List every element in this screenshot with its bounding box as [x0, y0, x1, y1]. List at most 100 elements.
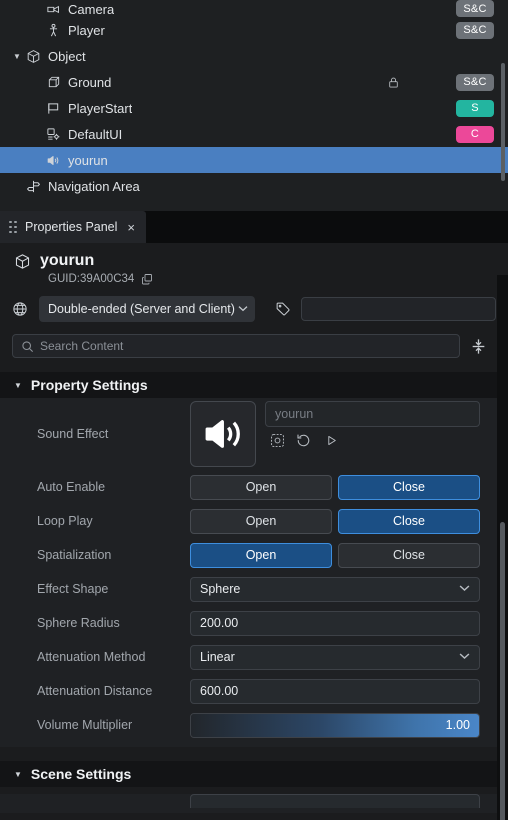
close-icon[interactable]: ×	[127, 221, 135, 234]
sound-asset-field[interactable]: yourun	[265, 401, 480, 427]
tree-item-defaultui[interactable]: DefaultUI C	[0, 121, 508, 147]
sound-action-buttons	[265, 433, 480, 448]
tree-item-object[interactable]: ▼ Object	[0, 43, 508, 69]
lock-icon[interactable]	[387, 76, 400, 89]
tree-item-yourun[interactable]: yourun	[0, 147, 508, 173]
locate-icon[interactable]	[270, 433, 284, 448]
effect-shape-select[interactable]: Sphere	[190, 576, 480, 602]
properties-panel: Properties Panel × yourun GUID:39A00C34	[0, 211, 508, 820]
tree-item-label: Player	[68, 22, 105, 38]
tree-item-label: Navigation Area	[48, 178, 140, 194]
property-control: 1.00	[190, 712, 497, 738]
toggle-group-spatialization: Open Close	[190, 542, 480, 568]
tree-item-right-slot: S&C	[456, 17, 508, 43]
tree-item-playerstart[interactable]: PlayerStart S	[0, 95, 508, 121]
search-icon	[21, 340, 34, 353]
property-label: Auto Enable	[37, 480, 106, 494]
sphere-radius-input[interactable]: 200.00	[190, 610, 480, 636]
section-title: Property Settings	[30, 377, 148, 393]
chevron-down-icon	[459, 652, 470, 663]
volume-multiplier-slider[interactable]: 1.00	[190, 712, 480, 738]
attenuation-distance-input[interactable]: 600.00	[190, 678, 480, 704]
cube-icon	[24, 48, 43, 64]
tree-item-label: Object	[48, 48, 86, 64]
hierarchy-scrollbar[interactable]	[501, 63, 505, 181]
box-icon	[44, 74, 63, 90]
tab-properties-panel[interactable]: Properties Panel ×	[0, 211, 147, 243]
properties-scrollbar[interactable]	[500, 522, 505, 820]
network-mode-row: Double-ended (Server and Client)	[12, 296, 508, 322]
property-row-spatialization: Spatialization Open Close	[0, 538, 497, 572]
property-control: Open Close	[190, 508, 497, 534]
tab-label: Properties Panel	[25, 220, 118, 234]
ui-widget-icon	[44, 126, 63, 142]
scene-settings-partial-field[interactable]	[190, 794, 480, 808]
speaker-icon	[44, 152, 63, 168]
auto-enable-open-button[interactable]: Open	[190, 474, 332, 500]
chevron-down-icon[interactable]: ▼	[10, 52, 24, 61]
object-header: yourun GUID:39A00C34	[0, 243, 508, 285]
drag-handle-icon[interactable]	[9, 220, 17, 234]
property-label: Attenuation Method	[37, 650, 146, 664]
property-label: Sound Effect	[37, 427, 109, 441]
tree-item-right-slot: S&C	[387, 69, 508, 95]
cube-icon	[14, 253, 31, 270]
play-icon[interactable]	[325, 434, 338, 447]
property-row-volume-multiplier: Volume Multiplier 1.00	[0, 708, 497, 742]
tree-item-right-slot: S&C	[456, 0, 508, 17]
sound-asset-name: yourun	[275, 407, 314, 421]
search-input[interactable]: Search Content	[12, 334, 460, 358]
network-mode-select[interactable]: Double-ended (Server and Client)	[39, 296, 255, 322]
auto-enable-close-button[interactable]: Close	[338, 474, 480, 500]
properties-panel-body: yourun GUID:39A00C34 Double-ended (Serve…	[0, 243, 508, 820]
app-root: Camera S&C Player S&C ▼ Object Ground S&C Player…	[0, 0, 508, 820]
property-control: Open Close	[190, 474, 497, 500]
tree-item-player[interactable]: Player S&C	[0, 17, 508, 43]
loop-play-close-button[interactable]: Close	[338, 508, 480, 534]
loop-play-open-button[interactable]: Open	[190, 508, 332, 534]
status-badge[interactable]: C	[456, 125, 494, 143]
tree-item-camera[interactable]: Camera S&C	[0, 0, 508, 17]
section-twisty-icon[interactable]: ▼	[14, 770, 22, 779]
status-badge[interactable]: S&C	[456, 73, 494, 91]
object-title-row: yourun	[14, 252, 508, 270]
tag-input[interactable]	[300, 297, 496, 321]
attenuation-method-select[interactable]: Linear	[190, 644, 480, 670]
property-label: Spatialization	[37, 548, 112, 562]
property-control: 200.00	[190, 610, 497, 636]
section-header-scene-settings[interactable]: ▼ Scene Settings	[0, 761, 497, 787]
sound-effect-control: yourun	[190, 401, 497, 467]
tree-item-label: PlayerStart	[68, 100, 133, 116]
collapse-all-icon[interactable]	[460, 338, 496, 355]
status-badge[interactable]: S&C	[456, 0, 494, 17]
tree-item-navigation-area[interactable]: Navigation Area	[0, 173, 508, 199]
player-icon	[44, 22, 63, 38]
sound-thumbnail[interactable]	[190, 401, 256, 467]
spatialization-close-button[interactable]: Close	[338, 542, 480, 568]
toggle-group-auto-enable: Open Close	[190, 474, 480, 500]
input-value: 600.00	[200, 684, 239, 698]
spatialization-open-button[interactable]: Open	[190, 542, 332, 568]
guid-label: GUID:39A00C34	[48, 273, 135, 285]
property-control: Linear	[190, 644, 497, 670]
status-badge[interactable]: S&C	[456, 21, 494, 39]
property-row-attenuation-method: Attenuation Method Linear	[0, 640, 497, 674]
section-twisty-icon[interactable]: ▼	[14, 381, 22, 390]
tree-item-label: Camera	[68, 2, 115, 17]
copy-icon[interactable]	[141, 273, 153, 285]
network-mode-value: Double-ended (Server and Client)	[48, 302, 235, 316]
search-placeholder: Search Content	[40, 339, 124, 353]
reset-icon[interactable]	[296, 433, 311, 448]
property-row-sphere-radius: Sphere Radius 200.00	[0, 606, 497, 640]
hierarchy-tree-list: Camera S&C Player S&C ▼ Object Ground S&C Player…	[0, 0, 508, 199]
property-label: Sphere Radius	[37, 616, 120, 630]
tree-item-ground[interactable]: Ground S&C	[0, 69, 508, 95]
property-label: Loop Play	[37, 514, 93, 528]
property-row-effect-shape: Effect Shape Sphere	[0, 572, 497, 606]
section-header-property-settings[interactable]: ▼ Property Settings	[0, 372, 497, 398]
property-label: Attenuation Distance	[37, 684, 153, 698]
search-row: Search Content	[12, 334, 496, 358]
status-badge[interactable]: S	[456, 99, 494, 117]
tree-item-label: DefaultUI	[68, 126, 123, 142]
property-row-loop-play: Loop Play Open Close	[0, 504, 497, 538]
